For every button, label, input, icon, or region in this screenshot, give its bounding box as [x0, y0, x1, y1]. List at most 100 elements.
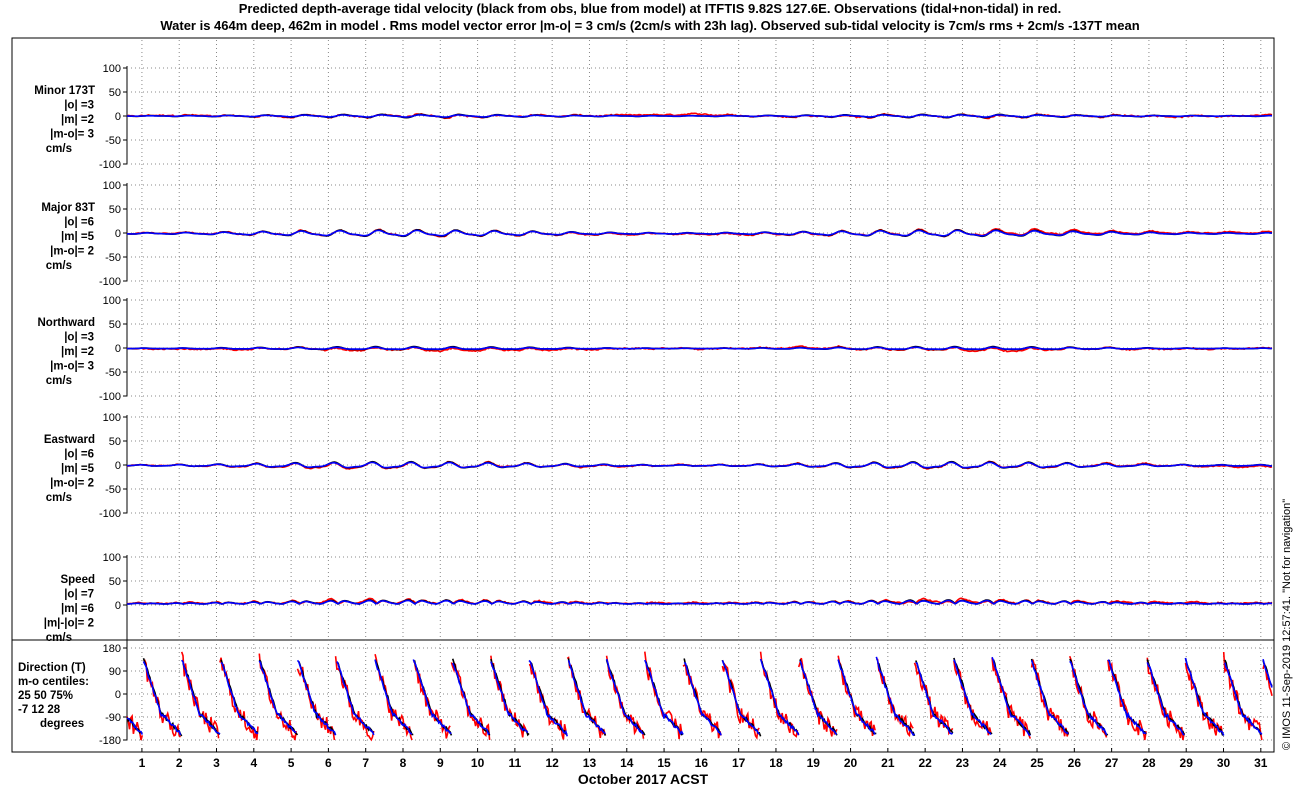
x-axis: 1 2 3 4 5 6 7 8 9 10 11 12 13 14 15 16 17 18 19 20 21 22 23 24 2…	[139, 748, 1268, 770]
x-axis-label: October 2017 ACST	[578, 771, 709, 787]
panel-label-northward-line-1: |o| =3	[64, 332, 94, 344]
y-tick-label-direction--180: -180	[99, 735, 121, 747]
panel-northward: 100 50 0 -50 -100 Northward |o| =3 |m| =2 |m-o|=…	[38, 295, 1273, 403]
x-tick-label-12: 12	[545, 756, 559, 770]
x-tick-label-6: 6	[325, 756, 332, 770]
x-tick-label-19: 19	[807, 756, 821, 770]
panel-label-northward-line-0: Northward	[38, 317, 96, 329]
y-tick-label-major-50: 50	[109, 204, 121, 216]
y-tick-label-speed-100: 100	[103, 552, 121, 564]
panel-label-minor-line-2: |m| =2	[61, 114, 94, 126]
panel-direction: 180 90 0 -90 -180 Direction (T) m-o centiles: 2…	[18, 643, 1273, 747]
y-tick-label-eastward-50: 50	[109, 436, 121, 448]
x-tick-label-11: 11	[509, 756, 522, 770]
direction-label-line-2: 25 50 75%	[18, 690, 73, 702]
panel-label-speed-line-3: |m|-|o|= 2	[44, 618, 94, 630]
y-tick-label-major--100: -100	[99, 276, 121, 288]
y-tick-label-northward-0: 0	[115, 343, 121, 355]
panel-label-northward-line-3: |m-o|= 3	[50, 361, 94, 373]
y-tick-label-eastward-0: 0	[115, 460, 121, 472]
panel-eastward: 100 50 0 -50 -100 Eastward |o| =6 |m| =5 |m-o|= …	[44, 412, 1273, 520]
x-tick-label-5: 5	[288, 756, 295, 770]
y-tick-label-northward-100: 100	[103, 295, 121, 307]
x-tick-label-28: 28	[1142, 756, 1156, 770]
panel-label-northward-line-2: |m| =2	[61, 346, 94, 358]
y-tick-label-eastward--100: -100	[99, 508, 121, 520]
x-tick-label-24: 24	[993, 756, 1007, 770]
panel-major: 100 50 0 -50 -100 Major 83T |o| =6 |m| =5 |m-o|=…	[41, 180, 1273, 288]
x-tick-label-8: 8	[400, 756, 407, 770]
panel-layer: 100 50 0 -50 -100 Minor 173T |o| =3 |m| =2 |m-o|…	[18, 63, 1273, 747]
series-obs-tidal-direction	[126, 657, 1273, 737]
panel-label-major-line-0: Major 83T	[41, 202, 95, 214]
x-tick-label-15: 15	[657, 756, 671, 770]
x-tick-label-13: 13	[583, 756, 597, 770]
outer-frame	[11, 37, 1275, 753]
x-tick-label-27: 27	[1105, 756, 1119, 770]
series-model-minor	[126, 114, 1273, 118]
y-tick-label-direction-0: 0	[115, 689, 121, 701]
y-tick-label-minor--50: -50	[105, 135, 121, 147]
panel-label-eastward-line-0: Eastward	[44, 434, 95, 446]
panel-label-northward-line-4: cm/s	[46, 375, 72, 387]
panel-label-major-line-1: |o| =6	[64, 217, 94, 229]
y-tick-label-major-100: 100	[103, 180, 121, 192]
tidal-velocity-chart: 100500-50-100Minor 173T|o| =3|m| =2|m-o|…	[11, 37, 1293, 787]
panel-label-eastward-line-4: cm/s	[46, 492, 72, 504]
panel-label-eastward-line-1: |o| =6	[64, 449, 94, 461]
y-tick-label-northward--50: -50	[105, 367, 121, 379]
x-tick-label-26: 26	[1068, 756, 1082, 770]
x-tick-label-10: 10	[471, 756, 485, 770]
panel-label-major-line-3: |m-o|= 2	[50, 246, 94, 258]
direction-label-line-0: Direction (T)	[18, 662, 86, 674]
panel-speed: 100 50 0 Speed |o| =7 |m| =6 |m|-|o|= 2 cm/s	[44, 552, 1273, 653]
x-tick-label-31: 31	[1254, 756, 1268, 770]
y-tick-label-speed-0: 0	[115, 600, 121, 612]
y-tick-label-minor-0: 0	[115, 111, 121, 123]
y-tick-label-direction-90: 90	[109, 666, 121, 678]
y-tick-label-northward-50: 50	[109, 319, 121, 331]
direction-label-line-4: degrees	[40, 718, 84, 730]
y-tick-label-major-0: 0	[115, 228, 121, 240]
panel-label-minor-line-3: |m-o|= 3	[50, 129, 94, 141]
grid-layer	[141, 40, 1262, 752]
x-tick-label-16: 16	[695, 756, 709, 770]
x-tick-label-4: 4	[250, 756, 257, 770]
y-tick-label-direction--90: -90	[105, 712, 121, 724]
x-tick-label-14: 14	[620, 756, 634, 770]
x-tick-label-7: 7	[362, 756, 369, 770]
panel-label-minor-line-0: Minor 173T	[34, 85, 95, 97]
direction-label-line-1: m-o centiles:	[18, 676, 89, 688]
x-tick-label-2: 2	[176, 756, 183, 770]
y-tick-label-minor-50: 50	[109, 87, 121, 99]
x-tick-label-29: 29	[1180, 756, 1194, 770]
panel-label-major-line-4: cm/s	[46, 260, 72, 272]
y-tick-label-northward--100: -100	[99, 391, 121, 403]
panel-label-speed-line-0: Speed	[60, 574, 95, 586]
y-tick-label-minor-100: 100	[103, 63, 121, 75]
panel-label-speed-line-4: cm/s	[46, 632, 72, 644]
y-tick-label-eastward--50: -50	[105, 484, 121, 496]
x-tick-label-17: 17	[732, 756, 746, 770]
panel-label-speed-line-2: |m| =6	[61, 603, 94, 615]
x-tick-label-18: 18	[769, 756, 783, 770]
x-tick-label-20: 20	[844, 756, 858, 770]
y-tick-label-speed-50: 50	[109, 576, 121, 588]
x-tick-label-23: 23	[956, 756, 970, 770]
y-tick-label-eastward-100: 100	[103, 412, 121, 424]
x-tick-label-25: 25	[1030, 756, 1044, 770]
x-tick-label-1: 1	[139, 756, 146, 770]
panel-minor: 100 50 0 -50 -100 Minor 173T |o| =3 |m| =2 |m-o|…	[34, 63, 1273, 171]
y-tick-label-major--50: -50	[105, 252, 121, 264]
y-tick-label-direction-180: 180	[103, 643, 121, 655]
panel-label-major-line-2: |m| =5	[61, 231, 95, 243]
direction-label-line-3: -7 12 28	[18, 704, 61, 716]
y-tick-label-minor--100: -100	[99, 159, 121, 171]
panel-label-eastward-line-3: |m-o|= 2	[50, 478, 94, 490]
x-tick-label-22: 22	[918, 756, 932, 770]
x-tick-label-21: 21	[881, 756, 895, 770]
x-tick-label-3: 3	[213, 756, 220, 770]
panel-label-minor-line-1: |o| =3	[64, 100, 94, 112]
panel-label-eastward-line-2: |m| =5	[61, 463, 95, 475]
panel-label-minor-line-4: cm/s	[46, 143, 72, 155]
